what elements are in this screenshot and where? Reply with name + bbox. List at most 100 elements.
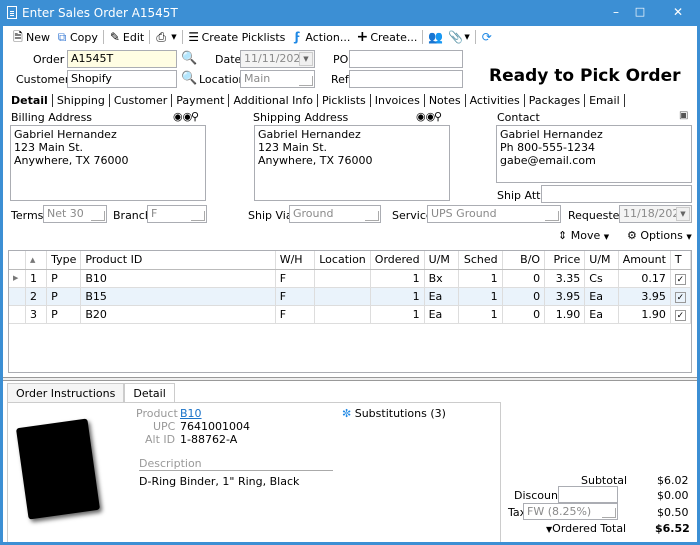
contact-card-icon[interactable]: ▣ [679,110,688,121]
column-header-price-um[interactable]: U/M [584,251,619,270]
dropdown-handle[interactable] [299,76,313,86]
substitutions-link[interactable]: ✼ Substitutions (3) [342,407,446,420]
shipping-address-box[interactable]: Gabriel Hernandez 123 Main St. Anywhere,… [254,125,450,201]
taxable-checkbox[interactable]: ✓ [670,287,692,306]
tab-detail[interactable]: Detail [7,94,53,107]
row-selector[interactable] [9,287,27,306]
tab-payment[interactable]: Payment [172,94,230,107]
refresh-icon: ⟳ [481,29,492,44]
column-header-location[interactable]: Location [314,251,371,270]
requested-label: Requested [568,209,627,222]
toolbar-separator [102,30,104,44]
ref-input[interactable] [349,70,463,88]
sort-column-header[interactable]: ▲ [25,251,48,270]
splitter-handle[interactable] [3,377,697,381]
tab-additional-info[interactable]: Additional Info [229,94,318,107]
row-selector[interactable] [9,305,27,324]
dropdown-handle[interactable] [602,508,616,518]
tab-notes[interactable]: Notes [425,94,466,107]
tab-product-detail[interactable]: Detail [124,383,175,403]
dropdown-handle[interactable] [191,211,205,221]
search-icon[interactable]: 🔍 [181,71,197,86]
column-header-bo[interactable]: B/O [502,251,546,270]
copy-button[interactable]: ⧉ Copy [53,27,101,47]
action-button[interactable]: ϝ Action... [288,27,353,47]
column-header-ordered[interactable]: Ordered [370,251,425,270]
ship-attn-input[interactable] [541,185,692,203]
new-button[interactable]: 🗎 New [9,27,53,47]
subtotal-value: $6.02 [657,474,689,487]
close-icon[interactable]: ✕ [668,4,688,20]
contacts-button[interactable]: 👥 [425,27,445,47]
tax-select[interactable]: FW (8.25%) [523,503,618,520]
billing-address-label: Billing Address [11,111,93,124]
service-select[interactable]: UPS Ground [427,205,561,223]
contact-label: Contact [497,111,540,124]
taxable-checkbox[interactable]: ✓ [670,269,692,288]
product-link[interactable]: B10 [180,407,202,420]
tab-customer[interactable]: Customer [110,94,173,107]
attachment-button[interactable]: 📎 ▼ [445,27,472,47]
refresh-button[interactable]: ⟳ [478,27,498,47]
column-header-type[interactable]: Type [46,251,82,270]
tab-shipping[interactable]: Shipping [53,94,110,107]
order-number-input[interactable]: A1545T [67,50,177,68]
taxable-checkbox[interactable]: ✓ [670,305,692,324]
tab-order-instructions[interactable]: Order Instructions [7,383,125,403]
column-header-sched[interactable]: Sched [458,251,503,270]
search-icon[interactable]: 🔍 [181,51,197,66]
tab-picklists[interactable]: Picklists [318,94,371,107]
discount-input[interactable] [558,486,618,503]
dropdown-handle[interactable] [91,211,105,221]
chevron-down-icon[interactable]: ▼ [299,52,313,66]
column-header-taxable[interactable]: T [670,251,692,270]
minimize-icon[interactable]: – [606,4,626,20]
map-pin-icon[interactable]: ⚲ [434,110,442,123]
tab-invoices[interactable]: Invoices [371,94,425,107]
requested-date-input[interactable]: 11/18/2024 ▼ [619,205,692,223]
printer-icon: ⎙ [156,29,167,44]
description-divider [139,470,333,471]
po-input[interactable] [349,50,463,68]
edit-button[interactable]: ✎ Edit [106,27,147,47]
tab-packages[interactable]: Packages [525,94,586,107]
binoculars-icon[interactable]: ◉◉ [173,110,192,123]
table-row[interactable]: 2 P B15 F 1 Ea 1 0 3.95 Ea 3.95 ✓ [9,287,692,306]
create-button[interactable]: + Create... [353,27,420,47]
table-row[interactable]: 3 P B20 F 1 Ea 1 0 1.90 Ea 1.90 ✓ [9,305,692,324]
checkmark-icon: ✓ [674,273,686,285]
branch-select[interactable]: F [147,205,207,223]
date-input[interactable]: 11/11/2024 ▼ [240,50,315,68]
ship-via-select[interactable]: Ground [289,205,381,223]
contact-box[interactable]: Gabriel Hernandez Ph 800-555-1234 gabe@e… [496,125,692,183]
ship-attn-label: Ship Attn [497,189,548,202]
tab-activities[interactable]: Activities [466,94,525,107]
tax-value: $0.50 [657,506,689,519]
table-row[interactable]: ▶ 1 P B10 F 1 Bx 1 0 3.35 Cs 0.17 ✓ [9,269,692,288]
column-header-um[interactable]: U/M [424,251,459,270]
billing-address-box[interactable]: Gabriel Hernandez 123 Main St. Anywhere,… [10,125,206,201]
column-header-amount[interactable]: Amount [618,251,671,270]
map-pin-icon[interactable]: ⚲ [191,110,199,123]
maximize-icon[interactable]: □ [630,4,650,20]
create-picklists-button[interactable]: ☰ Create Picklists [185,27,289,47]
location-select[interactable]: Main [240,70,315,88]
column-header-wh[interactable]: W/H [275,251,316,270]
options-button[interactable]: ⚙ Options ▼ [627,229,692,242]
binoculars-icon[interactable]: ◉◉ [416,110,435,123]
dropdown-handle[interactable] [545,211,559,221]
tab-email[interactable]: Email [585,94,625,107]
customer-input[interactable]: Shopify [67,70,177,88]
chevron-down-icon[interactable]: ▼ [676,207,690,221]
terms-label: Terms [11,209,44,222]
row-selector-header [9,251,27,270]
terms-select[interactable]: Net 30 [43,205,107,223]
move-button[interactable]: ⇕ Move ▼ [558,229,609,242]
column-header-product-id[interactable]: Product ID [80,251,276,270]
alt-id-label: Alt ID [145,433,176,446]
dropdown-handle[interactable] [365,211,379,221]
ordered-total-toggle[interactable]: ▼Ordered Total [546,522,626,535]
chevron-down-icon: ▼ [686,233,692,241]
print-button[interactable]: ⎙ ▼ [152,27,179,47]
column-header-price[interactable]: Price [544,251,586,270]
